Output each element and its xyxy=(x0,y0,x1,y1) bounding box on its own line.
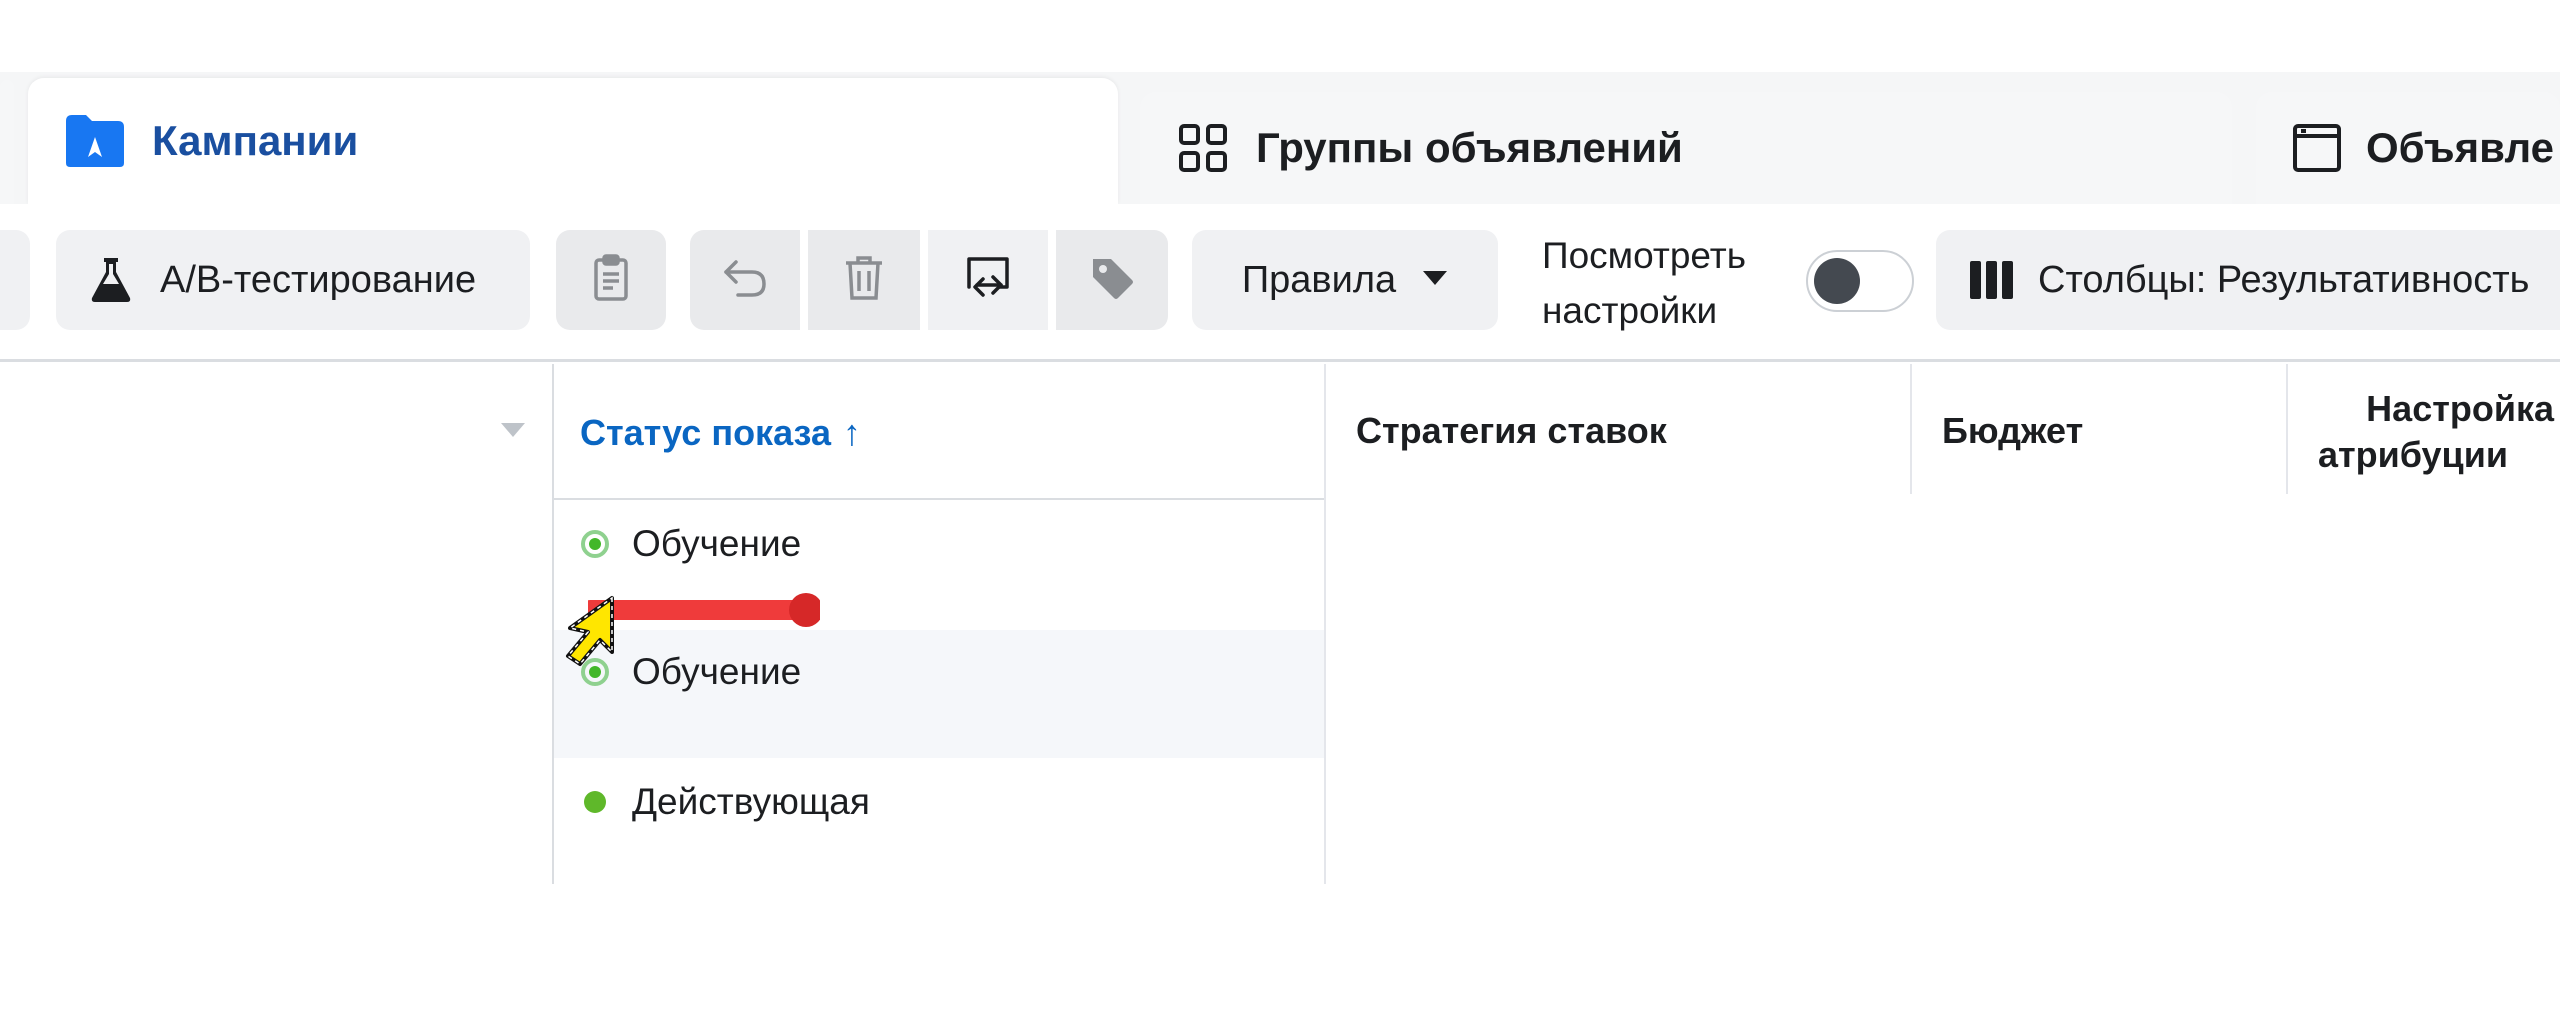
tab-ad-groups-label: Группы объявлений xyxy=(1256,124,1683,171)
delete-button[interactable] xyxy=(808,230,920,330)
campaign-table: Статус показа ↑ Стратегия ставок Бюджет … xyxy=(0,364,2560,884)
flask-icon xyxy=(90,256,132,304)
mouse-cursor-icon xyxy=(552,594,624,672)
swap-icon xyxy=(965,255,1011,306)
window-icon xyxy=(2292,123,2342,173)
clipboard-icon xyxy=(593,253,629,307)
row-status-text: Действующая xyxy=(632,781,870,822)
view-settings-toggle[interactable] xyxy=(1806,250,1914,312)
header-delivery-status[interactable]: Статус показа ↑ xyxy=(580,408,861,458)
column-divider xyxy=(1324,364,1326,884)
rules-dropdown[interactable]: Правила xyxy=(1192,230,1498,330)
table-row[interactable]: Обучение xyxy=(580,514,801,574)
toggle-knob xyxy=(1814,258,1860,304)
name-column-sort-caret-icon[interactable] xyxy=(500,422,526,443)
undo-icon xyxy=(722,258,768,303)
header-attribution-line2: атрибуции xyxy=(2318,434,2508,475)
duplicate-button[interactable] xyxy=(556,230,666,330)
header-border xyxy=(552,498,1324,500)
columns-label: Столбцы: Результативность xyxy=(2038,258,2530,301)
row-status-text: Обучение xyxy=(632,523,802,564)
ab-test-label: A/B-тестирование xyxy=(160,258,477,301)
toolbar: A/B-тестирование Правила Посмотреть наст… xyxy=(0,204,2560,362)
ab-test-button[interactable]: A/B-тестирование xyxy=(56,230,530,330)
header-attribution-line1: Настройка xyxy=(2366,388,2554,429)
header-budget[interactable]: Бюджет xyxy=(1942,410,2083,452)
row-status-text: Обучение xyxy=(632,651,802,692)
tab-ad-groups[interactable]: Группы объявлений xyxy=(1140,92,2232,204)
sort-ascending-icon: ↑ xyxy=(842,412,861,453)
tab-campaigns[interactable]: Кампании xyxy=(28,78,1118,204)
header-attribution[interactable]: Настройка атрибуции xyxy=(2300,386,2560,478)
tag-button[interactable] xyxy=(1056,230,1168,330)
folder-icon xyxy=(64,113,126,169)
tab-partial-left[interactable] xyxy=(0,80,14,204)
tag-icon xyxy=(1089,255,1135,306)
caret-down-icon xyxy=(1422,270,1448,291)
header-bid-strategy-label: Стратегия ставок xyxy=(1356,410,1667,451)
view-settings-line2: настройки xyxy=(1542,290,1718,331)
undo-button[interactable] xyxy=(690,230,800,330)
learning-status-dot-icon xyxy=(580,529,610,559)
columns-dropdown[interactable]: Столбцы: Результативность xyxy=(1936,230,2560,330)
grid-icon xyxy=(1178,123,1228,173)
header-budget-label: Бюджет xyxy=(1942,410,2084,451)
column-divider xyxy=(1910,364,1912,494)
rules-label: Правила xyxy=(1241,258,1397,301)
toolbar-partial-button[interactable] xyxy=(0,230,30,330)
active-status-dot-icon xyxy=(580,787,610,817)
columns-icon xyxy=(1970,261,2014,299)
trash-icon xyxy=(844,255,884,306)
tab-ads-label: Объявле xyxy=(2366,124,2554,171)
tab-campaigns-label: Кампании xyxy=(152,117,359,164)
header-bid-strategy[interactable]: Стратегия ставок xyxy=(1356,410,1667,452)
tab-ads[interactable]: Объявле xyxy=(2256,92,2560,204)
view-settings-line1: Посмотреть xyxy=(1542,235,1746,276)
column-divider xyxy=(2286,364,2288,494)
table-row[interactable]: Действующая xyxy=(580,772,870,832)
compare-button[interactable] xyxy=(928,230,1048,330)
view-settings-label: Посмотреть настройки xyxy=(1542,228,1802,338)
header-delivery-status-label: Статус показа xyxy=(580,412,831,453)
tab-strip: Кампании Группы объявлений Объявле xyxy=(0,72,2560,204)
